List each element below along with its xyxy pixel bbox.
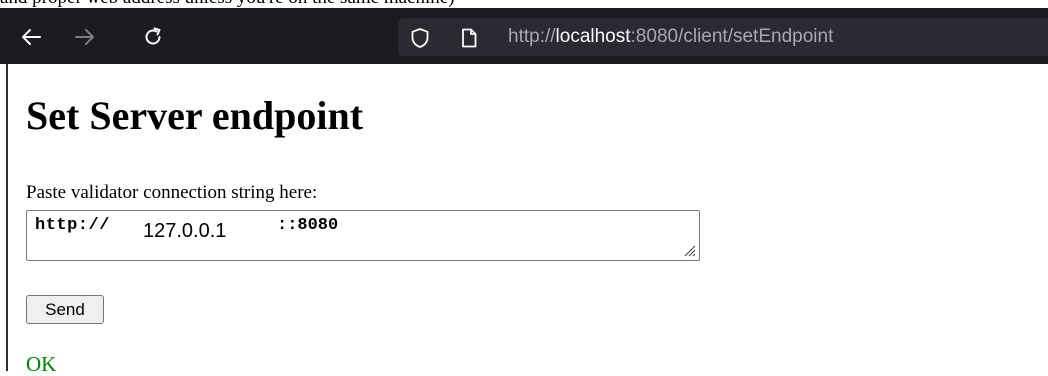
textarea-ip: 127.0.0.1 xyxy=(143,220,227,242)
status-message: OK xyxy=(26,352,57,376)
cropped-top-text-content: and proper web address unless you're on … xyxy=(0,0,455,8)
url-host: localhost xyxy=(555,26,631,47)
url-text[interactable]: http://localhost:8080/client/setEndpoint xyxy=(508,26,833,48)
resize-grip-icon[interactable] xyxy=(682,243,696,257)
cropped-top-text: and proper web address unless you're on … xyxy=(0,0,1048,8)
back-button[interactable] xyxy=(14,20,48,54)
url-scheme: http:// xyxy=(508,26,556,47)
textarea-prefix: http:// xyxy=(35,216,110,235)
reload-icon xyxy=(145,27,161,45)
textarea-port: ::8080 xyxy=(277,216,339,235)
page-content: Set Server endpoint Paste validator conn… xyxy=(26,64,1036,376)
page-info-icon[interactable] xyxy=(460,27,478,49)
connection-string-label: Paste validator connection string here: xyxy=(26,182,318,203)
url-bar[interactable]: http://localhost:8080/client/setEndpoint xyxy=(398,18,1048,56)
url-path: :8080/client/setEndpoint xyxy=(630,26,834,47)
forward-button[interactable] xyxy=(68,20,102,54)
arrow-right-icon xyxy=(75,29,94,45)
browser-toolbar: http://localhost:8080/client/setEndpoint xyxy=(0,8,1048,64)
connection-string-textarea[interactable]: http:// 127.0.0.1 ::8080 xyxy=(26,210,700,261)
arrow-left-icon xyxy=(22,29,41,45)
window-edge xyxy=(0,64,8,371)
page-title: Set Server endpoint xyxy=(26,93,364,138)
send-button[interactable]: Send xyxy=(26,295,104,324)
shield-icon[interactable] xyxy=(410,27,430,49)
reload-button[interactable] xyxy=(136,20,170,54)
